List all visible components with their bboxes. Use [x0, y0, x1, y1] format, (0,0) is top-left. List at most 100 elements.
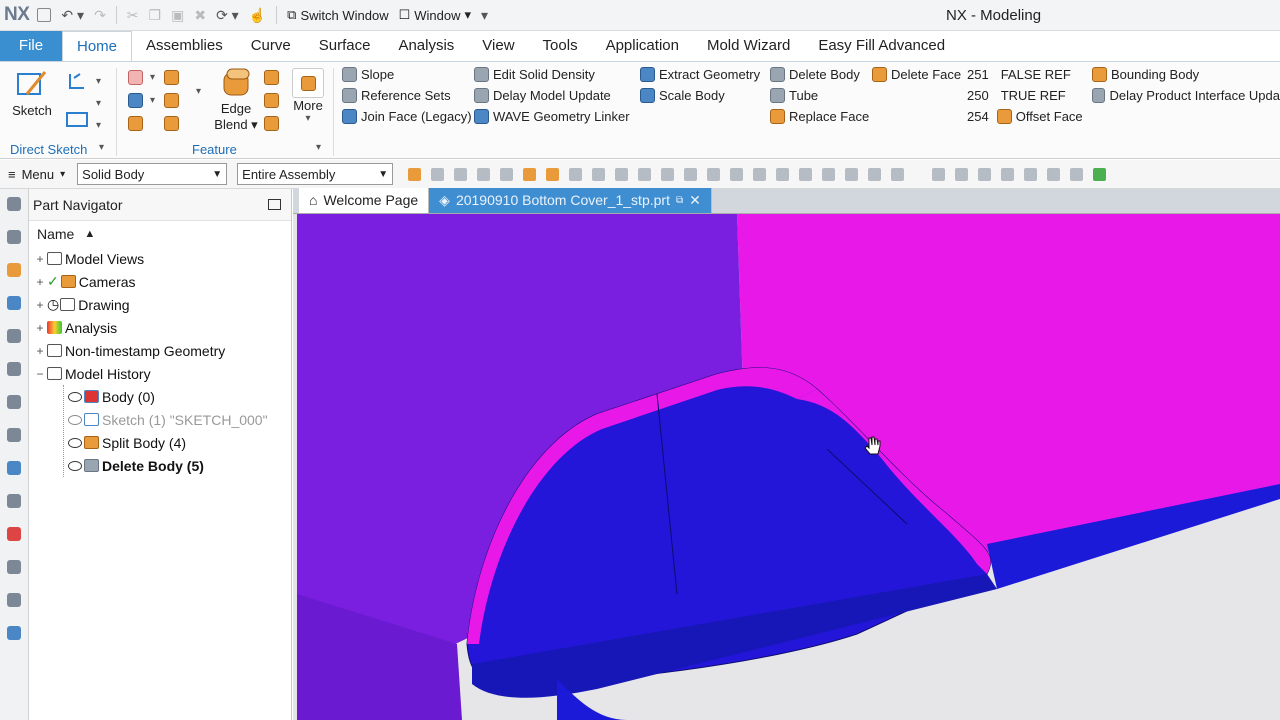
- part-navigator-icon[interactable]: [7, 296, 21, 310]
- rectangle-dropdown-icon[interactable]: ▾: [96, 120, 101, 131]
- tab-assemblies[interactable]: Assemblies: [132, 31, 237, 61]
- settings-icon[interactable]: [7, 197, 21, 211]
- graphics-viewport[interactable]: [297, 214, 1280, 720]
- tree-node-non-timestamp-geometry[interactable]: + Non-timestamp Geometry: [35, 339, 291, 362]
- tangent-icon[interactable]: [868, 167, 882, 181]
- eye-icon[interactable]: [68, 391, 82, 402]
- history-item-split-body[interactable]: Split Body (4): [68, 431, 291, 454]
- subtract-icon[interactable]: [164, 93, 179, 108]
- center-icon[interactable]: [776, 167, 790, 181]
- clock-icon[interactable]: [7, 494, 21, 508]
- display-mode-icon[interactable]: [1047, 167, 1061, 181]
- expand-icon[interactable]: +: [35, 252, 45, 266]
- tab-view[interactable]: View: [468, 31, 528, 61]
- block-dropdown-icon[interactable]: ▾: [150, 95, 164, 106]
- sketch-curve-dropdown-icon[interactable]: ▾: [96, 76, 101, 87]
- roles-icon[interactable]: [7, 527, 21, 541]
- expand-icon[interactable]: +: [35, 344, 45, 358]
- tab-file[interactable]: File: [0, 31, 62, 61]
- undock-icon[interactable]: ⧉: [676, 188, 683, 213]
- tab-curve[interactable]: Curve: [237, 31, 305, 61]
- process-studio-icon[interactable]: [7, 461, 21, 475]
- tree-node-cameras[interactable]: + ✓ Cameras: [35, 270, 291, 293]
- hole-icon[interactable]: [128, 116, 143, 131]
- curve-icon[interactable]: [684, 167, 698, 181]
- unite-icon[interactable]: [164, 70, 179, 85]
- menu-button[interactable]: ≡ Menu ▾: [0, 167, 73, 182]
- history-icon[interactable]: [7, 428, 21, 442]
- collapse-icon[interactable]: −: [35, 367, 45, 381]
- color-icon[interactable]: [1093, 167, 1107, 181]
- scale-body-button[interactable]: Scale Body: [640, 88, 760, 103]
- true-ref-button[interactable]: 250 TRUE REF: [967, 88, 1083, 103]
- tab-part-file[interactable]: ◈ 20190910 Bottom Cover_1_stp.prt ⧉ ✕: [429, 188, 712, 213]
- switch-window-button[interactable]: ⧉ Switch Window: [287, 7, 388, 23]
- tree-node-drawing[interactable]: + ◷ Drawing: [35, 293, 291, 316]
- repeat-command-icon[interactable]: ⟳ ▾: [216, 7, 239, 24]
- extrude-icon[interactable]: [128, 70, 143, 85]
- orient-icon[interactable]: [1001, 167, 1015, 181]
- redo-icon[interactable]: ↷: [94, 7, 106, 24]
- history-item-sketch[interactable]: Sketch (1) "SKETCH_000": [68, 408, 291, 431]
- copy-icon[interactable]: ❐: [149, 7, 162, 24]
- line-icon[interactable]: [661, 167, 675, 181]
- tab-tools[interactable]: Tools: [529, 31, 592, 61]
- shell-icon[interactable]: [164, 116, 179, 131]
- sheet-icon[interactable]: [615, 167, 629, 181]
- deselect-icon[interactable]: [454, 167, 468, 181]
- delete-body-button[interactable]: Delete Body: [770, 67, 869, 82]
- layer-icon[interactable]: [1070, 167, 1084, 181]
- tree-node-analysis[interactable]: + Analysis: [35, 316, 291, 339]
- constraint-navigator-icon[interactable]: [7, 263, 21, 277]
- cut-icon[interactable]: ✂: [127, 7, 139, 24]
- rectangle-icon[interactable]: [64, 110, 90, 133]
- edit-solid-density-button[interactable]: Edit Solid Density: [474, 67, 630, 82]
- window-dropdown[interactable]: ☐ Window ▾: [399, 7, 471, 23]
- zoom-icon[interactable]: [955, 167, 969, 181]
- render-style-icon[interactable]: [1024, 167, 1038, 181]
- eye-hidden-icon[interactable]: [68, 414, 82, 425]
- selection-scope-select[interactable]: Entire Assembly ▼: [237, 163, 394, 185]
- more-button[interactable]: More ▾: [290, 68, 326, 124]
- tab-easy-fill-advanced[interactable]: Easy Fill Advanced: [804, 31, 959, 61]
- tab-application[interactable]: Application: [592, 31, 693, 61]
- crosshair-icon[interactable]: [638, 167, 652, 181]
- sketch-dropdown-2-icon[interactable]: ▾: [96, 98, 101, 109]
- delete-face-button[interactable]: Delete Face: [872, 67, 961, 82]
- web-browser-icon[interactable]: [7, 395, 21, 409]
- delay-product-interface-button[interactable]: Delay Product Interface Upda: [1092, 88, 1280, 103]
- paste-icon[interactable]: ▣: [171, 7, 184, 24]
- tree-node-model-views[interactable]: + Model Views: [35, 247, 291, 270]
- expand-icon[interactable]: +: [35, 275, 45, 289]
- face-select-icon[interactable]: [546, 167, 560, 181]
- sketch-button[interactable]: Sketch: [8, 68, 56, 118]
- body-select-icon[interactable]: [523, 167, 537, 181]
- false-ref-button[interactable]: 251 FALSE REF: [967, 67, 1083, 82]
- snap-point-icon[interactable]: [569, 167, 583, 181]
- quadrant-icon[interactable]: [799, 167, 813, 181]
- wave-geometry-linker-button[interactable]: WAVE Geometry Linker: [474, 109, 630, 124]
- restore-icon[interactable]: [268, 199, 281, 210]
- save-icon[interactable]: [37, 8, 52, 22]
- eye-icon[interactable]: [68, 460, 82, 471]
- customize-icon[interactable]: ▾: [481, 7, 488, 24]
- midpoint-icon[interactable]: [730, 167, 744, 181]
- sketch-curve-icon[interactable]: [64, 70, 90, 95]
- eye-icon[interactable]: [68, 437, 82, 448]
- selection-mode-icon[interactable]: [477, 167, 491, 181]
- replace-face-button[interactable]: Replace Face: [770, 109, 869, 124]
- perpendicular-icon[interactable]: [753, 167, 767, 181]
- reference-sets-button[interactable]: Reference Sets: [342, 88, 472, 103]
- expand-icon[interactable]: +: [35, 298, 45, 312]
- select-feature-icon[interactable]: [431, 167, 445, 181]
- reuse-library-icon[interactable]: [7, 329, 21, 343]
- rotate-icon[interactable]: [978, 167, 992, 181]
- direct-sketch-dropdown-icon[interactable]: ▾: [99, 142, 104, 153]
- delete-icon[interactable]: ✖: [194, 7, 206, 24]
- system-scene-icon[interactable]: [7, 560, 21, 574]
- pattern-icon[interactable]: [264, 116, 279, 131]
- hd3d-tools-icon[interactable]: [7, 362, 21, 376]
- slope-button[interactable]: Slope: [342, 67, 472, 82]
- tab-analysis[interactable]: Analysis: [384, 31, 468, 61]
- chamfer-icon[interactable]: [264, 70, 279, 85]
